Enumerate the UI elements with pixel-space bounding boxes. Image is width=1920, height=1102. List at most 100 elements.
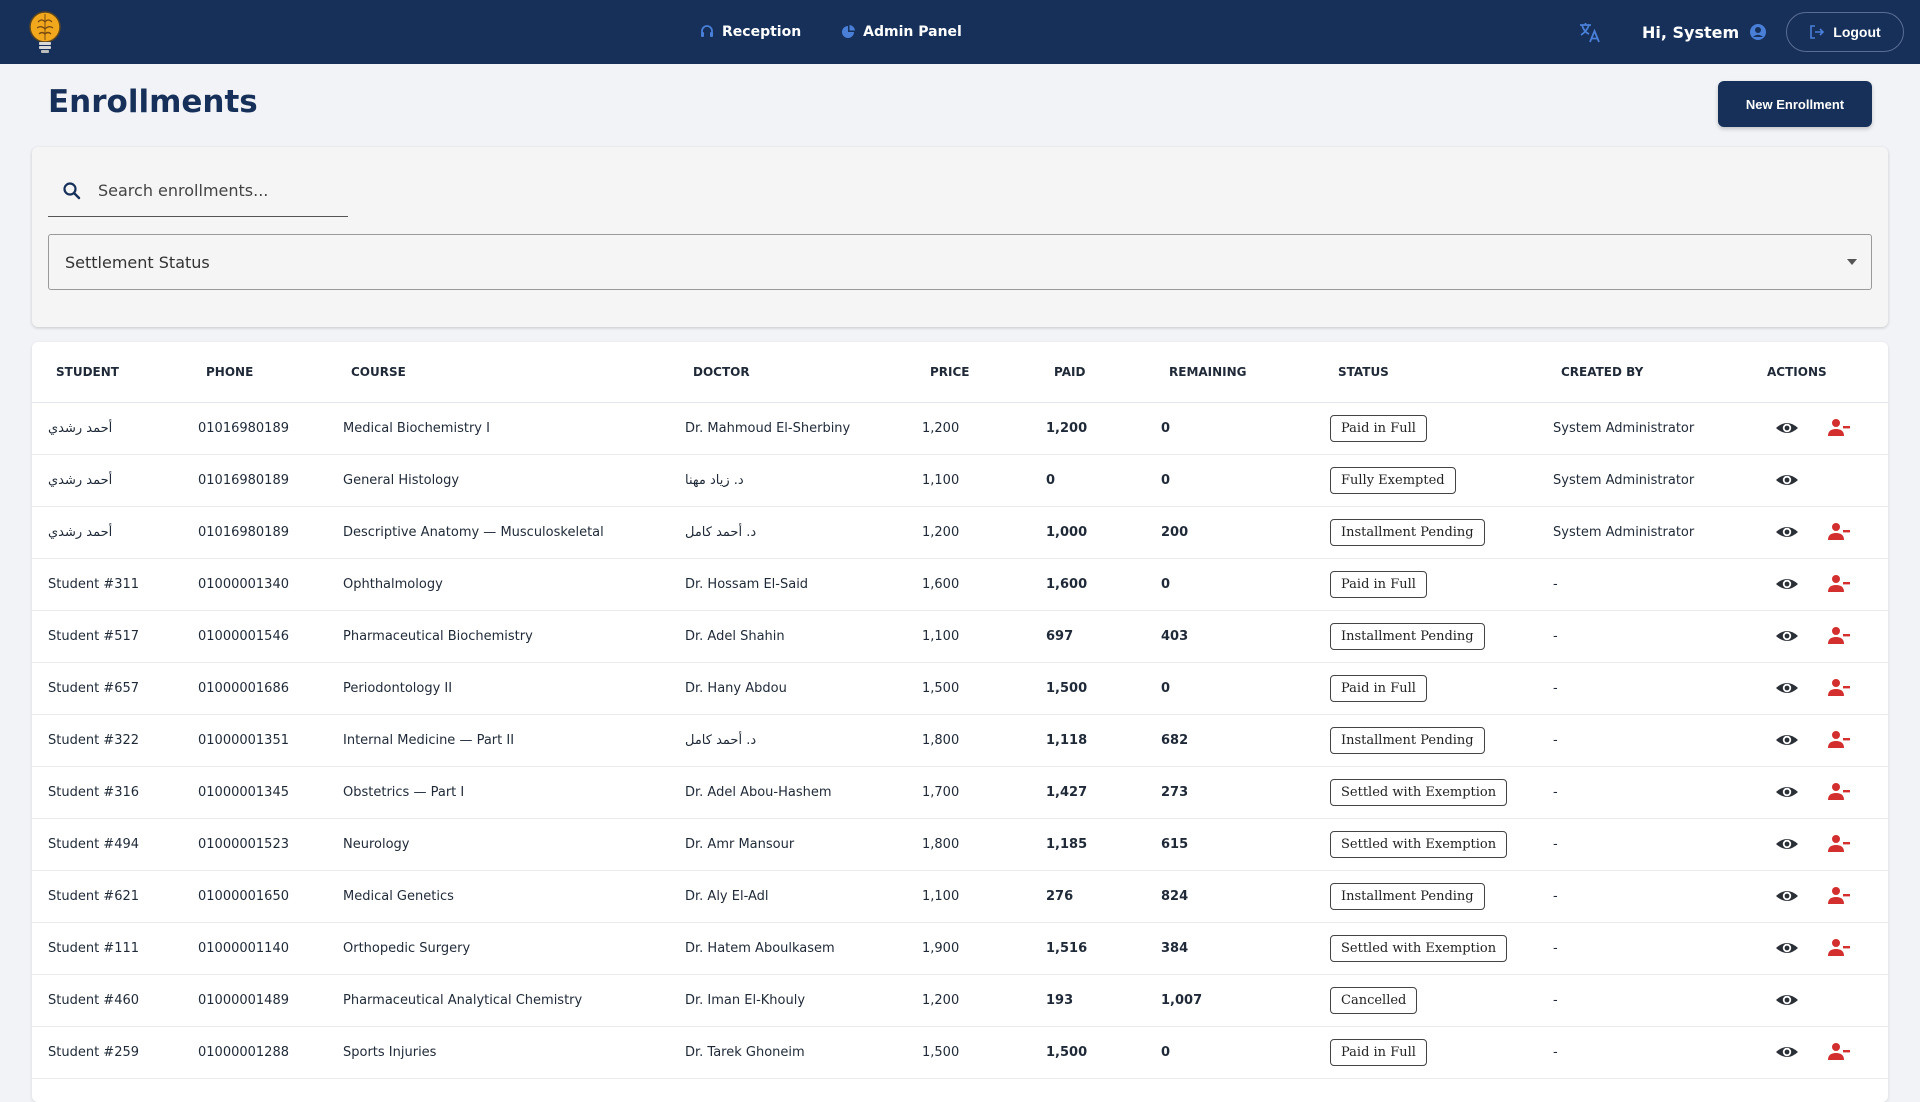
eye-icon[interactable]	[1775, 884, 1799, 908]
user-minus-icon[interactable]	[1827, 936, 1851, 960]
eye-icon[interactable]	[1775, 416, 1799, 440]
cell-doctor: Dr. Tarek Ghoneim	[669, 1026, 906, 1079]
eye-icon[interactable]	[1775, 780, 1799, 804]
cell-doctor: د. أحمد كامل	[669, 714, 906, 767]
table-row[interactable]: Student #460 01000001489 Pharmaceutical …	[32, 974, 1888, 1027]
user-minus-icon[interactable]	[1827, 884, 1851, 908]
header-paid[interactable]: PAID	[1030, 342, 1145, 403]
header-remaining[interactable]: REMAINING	[1145, 342, 1314, 403]
cell-phone: 01000001546	[182, 610, 327, 663]
cell-phone: 01000001650	[182, 870, 327, 923]
user-minus-icon[interactable]	[1827, 1040, 1851, 1064]
user-minus-icon[interactable]	[1827, 416, 1851, 440]
header-course[interactable]: COURSE	[327, 342, 669, 403]
translate-icon[interactable]	[1578, 20, 1602, 44]
top-navbar: Reception Admin Panel Hi, System Logout	[0, 0, 1920, 64]
eye-icon[interactable]	[1775, 936, 1799, 960]
table-row[interactable]: أحمد رشدي 01016980189 General Histology …	[32, 454, 1888, 507]
cell-doctor: Dr. Iman El-Khouly	[669, 974, 906, 1027]
search-input[interactable]	[98, 181, 328, 200]
cell-course: Pharmaceutical Biochemistry	[327, 610, 669, 663]
header-phone[interactable]: PHONE	[182, 342, 327, 403]
user-circle-icon	[1750, 24, 1767, 40]
table-row[interactable]: Student #517 01000001546 Pharmaceutical …	[32, 610, 1888, 663]
user-minus-icon[interactable]	[1827, 676, 1851, 700]
cell-actions	[1743, 1026, 1888, 1079]
nav-reception[interactable]: Reception	[700, 24, 801, 40]
table-row[interactable]: Student #494 01000001523 Neurology Dr. A…	[32, 818, 1888, 871]
cell-price: 1,100	[906, 610, 1030, 663]
search-field	[48, 165, 348, 217]
table-row[interactable]: Student #111 01000001140 Orthopedic Surg…	[32, 922, 1888, 975]
cell-course: Obstetrics — Part I	[327, 766, 669, 819]
eye-icon[interactable]	[1775, 468, 1799, 492]
cell-doctor: Dr. Adel Abou-Hashem	[669, 766, 906, 819]
header-doctor[interactable]: DOCTOR	[669, 342, 906, 403]
logout-button[interactable]: Logout	[1786, 12, 1904, 52]
cell-paid: 1,200	[1030, 402, 1145, 455]
table-row[interactable]: أحمد رشدي 01016980189 Medical Biochemist…	[32, 402, 1888, 455]
eye-icon[interactable]	[1775, 832, 1799, 856]
cell-status: Settled with Exemption	[1314, 766, 1537, 819]
user-minus-icon[interactable]	[1827, 624, 1851, 648]
cell-price: 1,200	[906, 402, 1030, 455]
cell-remaining: 384	[1145, 922, 1314, 975]
cell-student: Student #322	[32, 714, 182, 767]
cell-doctor: Dr. Amr Mansour	[669, 818, 906, 871]
header-price[interactable]: PRICE	[906, 342, 1030, 403]
cell-status: Paid in Full	[1314, 1026, 1537, 1079]
header-student[interactable]: STUDENT	[32, 342, 182, 403]
table-row[interactable]: Student #311 01000001340 Ophthalmology D…	[32, 558, 1888, 611]
eye-icon[interactable]	[1775, 728, 1799, 752]
row-actions	[1759, 988, 1888, 1012]
cell-paid: 697	[1030, 610, 1145, 663]
user-minus-icon[interactable]	[1827, 728, 1851, 752]
nav-admin-label: Admin Panel	[863, 24, 962, 40]
header-status[interactable]: STATUS	[1314, 342, 1537, 403]
row-actions	[1759, 884, 1888, 908]
cell-status: Fully Exempted	[1314, 454, 1537, 507]
table-row[interactable]: Student #259 01000001288 Sports Injuries…	[32, 1026, 1888, 1079]
user-minus-icon[interactable]	[1827, 572, 1851, 596]
user-greeting[interactable]: Hi, System	[1642, 0, 1767, 64]
cell-created-by: -	[1537, 818, 1743, 871]
table-row[interactable]: Student #657 01000001686 Periodontology …	[32, 662, 1888, 715]
brain-bulb-logo-icon[interactable]	[24, 8, 66, 56]
cell-created-by: -	[1537, 974, 1743, 1027]
cell-actions	[1743, 714, 1888, 767]
row-actions	[1759, 832, 1888, 856]
eye-icon[interactable]	[1775, 624, 1799, 648]
eye-icon[interactable]	[1775, 1040, 1799, 1064]
cell-student: Student #460	[32, 974, 182, 1027]
cell-remaining: 273	[1145, 766, 1314, 819]
cell-remaining: 0	[1145, 1026, 1314, 1079]
nav-admin-panel[interactable]: Admin Panel	[841, 24, 962, 40]
cell-status: Installment Pending	[1314, 714, 1537, 767]
eye-icon[interactable]	[1775, 676, 1799, 700]
eye-icon[interactable]	[1775, 572, 1799, 596]
new-enrollment-button[interactable]: New Enrollment	[1718, 81, 1872, 127]
cell-actions	[1743, 610, 1888, 663]
cell-course: General Histology	[327, 454, 669, 507]
table-row[interactable]: أحمد رشدي 01016980189 Descriptive Anatom…	[32, 506, 1888, 559]
table-row[interactable]: Student #621 01000001650 Medical Genetic…	[32, 870, 1888, 923]
header-actions: ACTIONS	[1743, 342, 1888, 403]
status-badge: Installment Pending	[1330, 882, 1485, 910]
cell-paid: 1,000	[1030, 506, 1145, 559]
user-minus-icon[interactable]	[1827, 520, 1851, 544]
eye-icon[interactable]	[1775, 520, 1799, 544]
cell-phone: 01000001523	[182, 818, 327, 871]
user-minus-icon[interactable]	[1827, 832, 1851, 856]
table-row[interactable]: Student #316 01000001345 Obstetrics — Pa…	[32, 766, 1888, 819]
user-minus-icon[interactable]	[1827, 780, 1851, 804]
eye-icon[interactable]	[1775, 988, 1799, 1012]
table-row[interactable]: Student #322 01000001351 Internal Medici…	[32, 714, 1888, 767]
logout-label: Logout	[1833, 24, 1881, 40]
header-created-by[interactable]: CREATED BY	[1537, 342, 1743, 403]
cell-phone: 01000001140	[182, 922, 327, 975]
cell-remaining: 200	[1145, 506, 1314, 559]
settlement-status-select[interactable]: Settlement Status	[48, 234, 1872, 290]
cell-student: Student #494	[32, 818, 182, 871]
cell-student: Student #657	[32, 662, 182, 715]
cell-paid: 1,185	[1030, 818, 1145, 871]
